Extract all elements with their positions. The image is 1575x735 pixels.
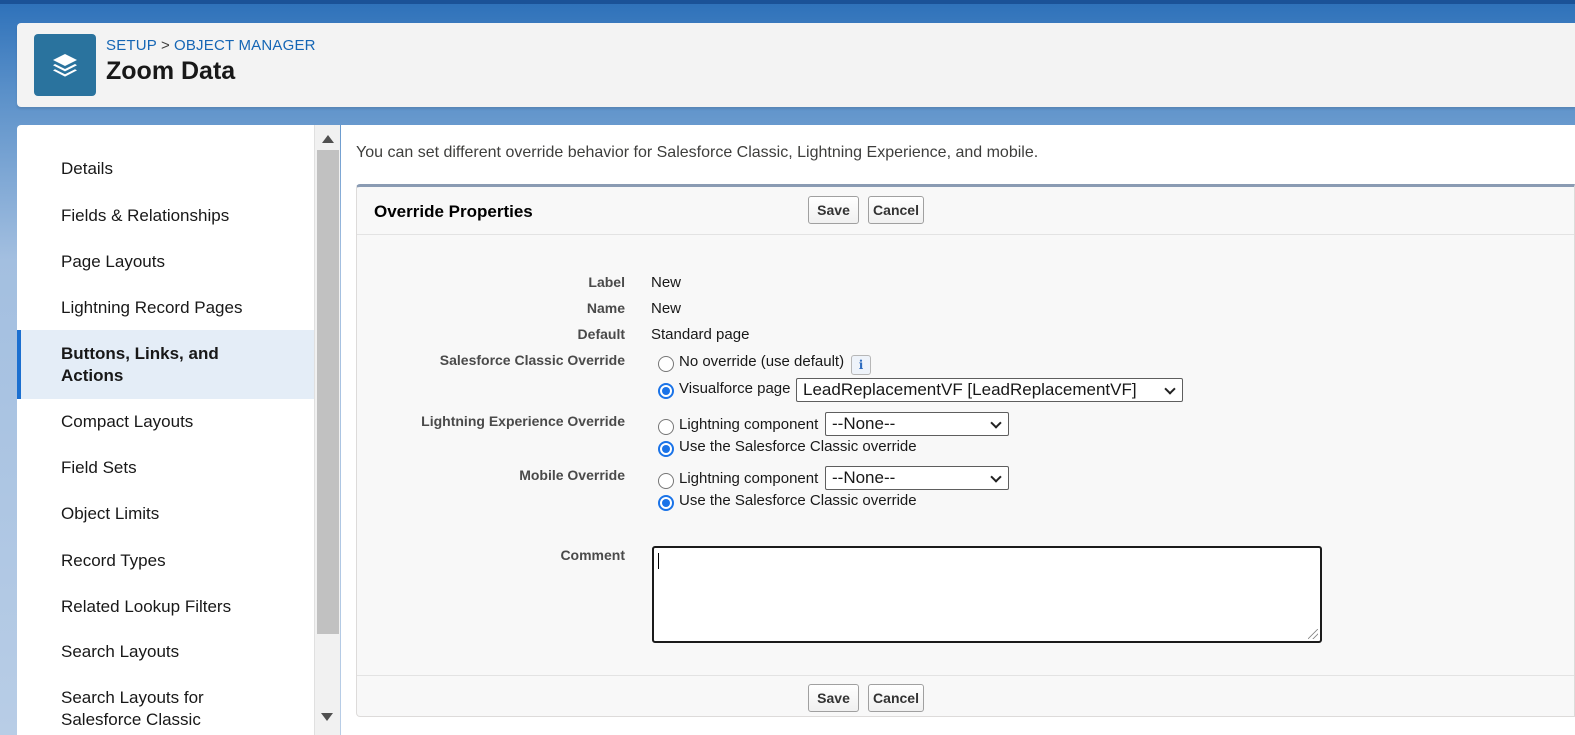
mobile-component-select[interactable]: --None--: [825, 466, 1009, 490]
panel-footer: Save Cancel: [357, 675, 1574, 718]
classic-no-override-radio[interactable]: [658, 356, 674, 372]
sidebar-item-label: Buttons, Links, and Actions: [61, 343, 219, 385]
mobile-use-classic-radio[interactable]: [658, 495, 674, 511]
sidebar-item-buttons-links-actions[interactable]: Buttons, Links, and Actions: [17, 330, 314, 399]
scroll-up-arrow-icon[interactable]: [322, 135, 334, 143]
resize-grip-icon[interactable]: [1308, 629, 1318, 639]
lightning-component-text: Lightning component: [679, 416, 819, 433]
layers-icon: [34, 34, 96, 96]
chevron-down-icon: [990, 417, 1002, 429]
sidebar-item-object-limits[interactable]: Object Limits: [17, 503, 314, 525]
lightning-component-select[interactable]: --None--: [825, 412, 1009, 436]
panel-header: Override Properties Save Cancel: [357, 187, 1574, 235]
chevron-down-icon: [1164, 383, 1176, 395]
comment-textarea[interactable]: [652, 546, 1322, 643]
default-field-label: Default: [577, 326, 625, 342]
sidebar-item-lightning-record-pages[interactable]: Lightning Record Pages: [17, 297, 314, 319]
sidebar-item-fields-relationships[interactable]: Fields & Relationships: [17, 205, 314, 227]
breadcrumb-setup-link[interactable]: SETUP: [106, 37, 157, 54]
info-icon[interactable]: i: [851, 355, 871, 375]
default-field-value: Standard page: [651, 326, 750, 343]
sidebar-item-compact-layouts[interactable]: Compact Layouts: [17, 411, 314, 433]
name-field-label: Name: [586, 300, 625, 316]
sidebar-item-field-sets[interactable]: Field Sets: [17, 457, 314, 479]
sidebar-item-page-layouts[interactable]: Page Layouts: [17, 251, 314, 273]
lightning-component-radio[interactable]: [658, 419, 674, 435]
breadcrumb-separator: >: [161, 37, 170, 54]
save-button[interactable]: Save: [808, 196, 859, 224]
name-field-value: New: [651, 300, 682, 317]
lightning-use-classic-text: Use the Salesforce Classic override: [679, 438, 917, 455]
sidebar-item-record-types[interactable]: Record Types: [17, 550, 314, 572]
mobile-component-selected: --None--: [832, 468, 896, 487]
sidebar-item-search-layouts[interactable]: Search Layouts: [17, 641, 314, 663]
sidebar-item-details[interactable]: Details: [17, 158, 314, 180]
comment-label: Comment: [560, 547, 625, 563]
text-cursor: [658, 553, 659, 569]
breadcrumb-object-manager-link[interactable]: OBJECT MANAGER: [174, 37, 316, 54]
cancel-button-bottom[interactable]: Cancel: [868, 684, 924, 712]
breadcrumb: SETUP > OBJECT MANAGER: [106, 37, 316, 54]
override-properties-panel: Override Properties Save Cancel Label Ne…: [356, 184, 1575, 717]
chevron-down-icon: [990, 471, 1002, 483]
mobile-component-text: Lightning component: [679, 470, 819, 487]
scroll-down-arrow-icon[interactable]: [321, 713, 333, 721]
label-field-label: Label: [588, 274, 625, 290]
mobile-component-radio[interactable]: [658, 473, 674, 489]
classic-no-override-text: No override (use default): [679, 353, 845, 370]
label-field-value: New: [651, 274, 682, 291]
sidebar-item-search-layouts-classic[interactable]: Search Layouts for Salesforce Classic: [17, 687, 237, 731]
visualforce-page-selected: LeadReplacementVF [LeadReplacementVF]: [803, 380, 1137, 399]
mobile-use-classic-text: Use the Salesforce Classic override: [679, 492, 917, 509]
visualforce-page-select[interactable]: LeadReplacementVF [LeadReplacementVF]: [796, 378, 1183, 402]
main-content: You can set different override behavior …: [341, 125, 1575, 735]
cancel-button[interactable]: Cancel: [868, 196, 924, 224]
sidebar-nav: Details Fields & Relationships Page Layo…: [17, 125, 314, 735]
sidebar-item-related-lookup-filters[interactable]: Related Lookup Filters: [17, 596, 314, 618]
lightning-component-selected: --None--: [832, 414, 896, 433]
panel-title: Override Properties: [374, 202, 533, 221]
classic-override-label: Salesforce Classic Override: [439, 352, 625, 368]
sidebar-scrollbar[interactable]: [314, 125, 340, 735]
classic-visualforce-radio[interactable]: [658, 383, 674, 399]
lightning-use-classic-radio[interactable]: [658, 441, 674, 457]
page-title: Zoom Data: [106, 57, 236, 85]
object-header: SETUP > OBJECT MANAGER Zoom Data: [17, 23, 1575, 107]
intro-text: You can set different override behavior …: [356, 144, 1039, 161]
save-button-bottom[interactable]: Save: [808, 684, 859, 712]
classic-visualforce-text: Visualforce page: [679, 380, 791, 397]
lightning-override-label: Lightning Experience Override: [421, 413, 625, 429]
mobile-override-label: Mobile Override: [519, 467, 625, 483]
